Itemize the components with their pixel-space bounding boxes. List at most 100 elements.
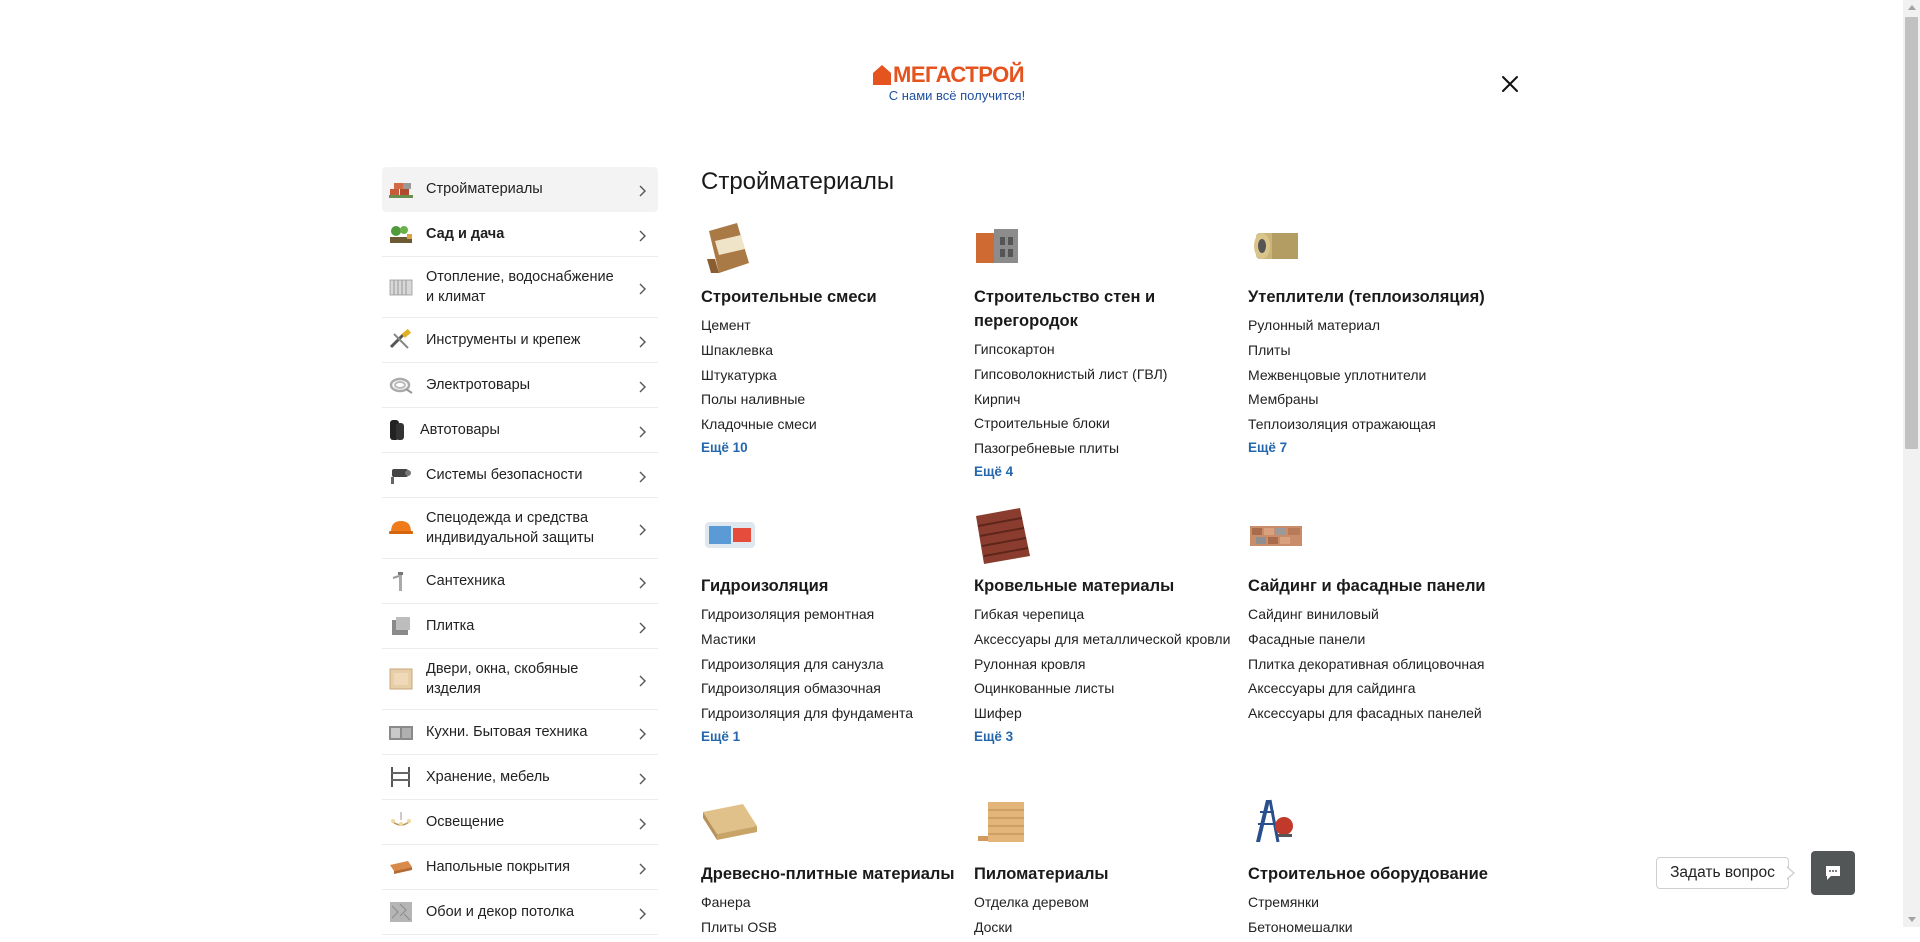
- sidebar-item-avtotovary[interactable]: Автотовары: [382, 408, 658, 453]
- category-link[interactable]: Аксессуары для металлической кровли: [974, 629, 1236, 649]
- chat-button[interactable]: [1811, 851, 1855, 895]
- chevron-right-icon: [638, 522, 646, 536]
- category-title[interactable]: Гидроизоляция: [701, 574, 963, 598]
- show-more-link[interactable]: Ещё 7: [1248, 439, 1510, 457]
- sidebar-item-sad-i-dacha[interactable]: Сад и дача: [382, 212, 658, 257]
- category-link[interactable]: Гидроизоляция обмазочная: [701, 678, 963, 698]
- category-title[interactable]: Пиломатериалы: [974, 862, 1236, 886]
- sidebar-item-hranenie-mebel[interactable]: Хранение, мебель: [382, 755, 658, 800]
- chevron-right-icon: [638, 379, 646, 393]
- category-link[interactable]: Гипсоволокнистый лист (ГВЛ): [974, 364, 1236, 384]
- sidebar-item-santehnika[interactable]: Сантехника: [382, 559, 658, 604]
- chat-icon: [1824, 864, 1842, 887]
- category-link[interactable]: Фанера: [701, 892, 963, 912]
- category-link[interactable]: Гипсокартон: [974, 339, 1236, 359]
- category-title[interactable]: Кровельные материалы: [974, 574, 1236, 598]
- category-link[interactable]: Межвенцовые уплотнители: [1248, 365, 1510, 385]
- ask-question-tooltip[interactable]: Задать вопрос: [1656, 857, 1789, 889]
- category-link[interactable]: Рулонный материал: [1248, 315, 1510, 335]
- show-more-link[interactable]: Ещё 4: [974, 463, 1236, 481]
- close-icon[interactable]: [1498, 72, 1522, 96]
- category-link[interactable]: Кладочные смеси: [701, 414, 963, 434]
- show-more-link[interactable]: Ещё 10: [701, 439, 963, 457]
- sidebar-item-otoplenie[interactable]: Отопление, водоснабжение и климат: [382, 257, 658, 318]
- category-link[interactable]: Гидроизоляция для фундамента: [701, 703, 963, 723]
- category-link[interactable]: Аксессуары для фасадных панелей: [1248, 703, 1510, 723]
- sidebar-item-specodezhda[interactable]: Спецодежда и средства индивидуальной защ…: [382, 498, 658, 559]
- chevron-right-icon: [638, 816, 646, 830]
- category-link[interactable]: Цемент: [701, 315, 963, 335]
- flooring-icon: [388, 855, 414, 879]
- roof-tile-icon[interactable]: [974, 508, 1032, 564]
- category-card: Строительное оборудование Стремянки Бето…: [1248, 796, 1510, 942]
- category-title[interactable]: Утеплители (теплоизоляция): [1248, 285, 1510, 309]
- sidebar-item-plitka[interactable]: Плитка: [382, 604, 658, 649]
- category-link[interactable]: Стремянки: [1248, 892, 1510, 912]
- site-logo[interactable]: МЕГАСТРОЙ С нами всё получится!: [872, 62, 1034, 103]
- category-link[interactable]: Аксессуары для сайдинга: [1248, 678, 1510, 698]
- category-link[interactable]: Мембраны: [1248, 389, 1510, 409]
- scroll-up-arrow-icon[interactable]: [1908, 5, 1916, 10]
- ladder-mixer-icon[interactable]: [1248, 796, 1306, 852]
- category-link[interactable]: Оцинкованные листы: [974, 678, 1236, 698]
- show-more-link[interactable]: Ещё 1: [701, 728, 963, 746]
- sidebar-item-label: Инструменты и крепеж: [426, 332, 581, 348]
- category-link[interactable]: Шифер: [974, 703, 1236, 723]
- category-link[interactable]: Гидроизоляция для санузла: [701, 654, 963, 674]
- sidebar-item-label: Стройматериалы: [426, 181, 543, 197]
- catalog-sidebar: Стройматериалы Сад и дача Отопление, вод…: [382, 167, 658, 935]
- sidebar-item-dveri-okna[interactable]: Двери, окна, скобяные изделия: [382, 649, 658, 710]
- insulation-roll-icon[interactable]: [1248, 219, 1306, 275]
- category-link[interactable]: Пазогребневые плиты: [974, 438, 1236, 458]
- category-link[interactable]: Плиты: [1248, 340, 1510, 360]
- sidebar-item-stroymaterialy[interactable]: Стройматериалы: [382, 167, 658, 212]
- category-link[interactable]: Фасадные панели: [1248, 629, 1510, 649]
- sidebar-item-sistemy-bezopasnosti[interactable]: Системы безопасности: [382, 453, 658, 498]
- sidebar-item-napolnye-pokrytiya[interactable]: Напольные покрытия: [382, 845, 658, 890]
- osb-board-icon[interactable]: [701, 796, 759, 852]
- category-link[interactable]: Отделка деревом: [974, 892, 1236, 912]
- category-title[interactable]: Строительство стен и перегородок: [974, 285, 1236, 333]
- category-link[interactable]: Кирпич: [974, 389, 1236, 409]
- category-link[interactable]: Мастики: [701, 629, 963, 649]
- show-more-link[interactable]: Ещё 3: [974, 728, 1236, 746]
- category-link[interactable]: Рулонная кровля: [974, 654, 1236, 674]
- category-link[interactable]: Сайдинг виниловый: [1248, 604, 1510, 624]
- sidebar-item-instrumenty[interactable]: Инструменты и крепеж: [382, 318, 658, 363]
- sidebar-item-elektrotovary[interactable]: Электротовары: [382, 363, 658, 408]
- category-title[interactable]: Строительное оборудование: [1248, 862, 1510, 886]
- chevron-right-icon: [638, 906, 646, 920]
- lumber-icon[interactable]: [974, 796, 1032, 852]
- scrollbar-thumb[interactable]: [1905, 17, 1918, 449]
- garden-icon: [388, 222, 414, 246]
- radiator-icon: [388, 275, 414, 299]
- sidebar-item-label: Хранение, мебель: [426, 769, 550, 785]
- tools-icon: [388, 328, 414, 352]
- blocks-icon[interactable]: [974, 219, 1032, 275]
- category-link[interactable]: Гидроизоляция ремонтная: [701, 604, 963, 624]
- category-title[interactable]: Строительные смеси: [701, 285, 963, 309]
- page-scrollbar[interactable]: [1903, 0, 1920, 927]
- category-link[interactable]: Полы наливные: [701, 389, 963, 409]
- category-title[interactable]: Сайдинг и фасадные панели: [1248, 574, 1510, 598]
- scroll-down-arrow-icon[interactable]: [1908, 917, 1916, 922]
- sidebar-item-oboi[interactable]: Обои и декор потолка: [382, 890, 658, 935]
- wallpaper-icon: [388, 900, 414, 924]
- category-link[interactable]: Плитка декоративная облицовочная: [1248, 654, 1510, 674]
- tile-icon: [388, 614, 414, 638]
- facade-panel-icon[interactable]: [1248, 508, 1306, 564]
- category-link[interactable]: Теплоизоляция отражающая: [1248, 414, 1510, 434]
- sidebar-item-label: Сантехника: [426, 573, 506, 589]
- sidebar-item-osveschenie[interactable]: Освещение: [382, 800, 658, 845]
- sidebar-item-label: Спецодежда и средства индивидуальной защ…: [426, 510, 595, 546]
- category-link[interactable]: Штукатурка: [701, 365, 963, 385]
- category-card: Пиломатериалы Отделка деревом Доски: [974, 796, 1236, 942]
- category-link[interactable]: Гибкая черепица: [974, 604, 1236, 624]
- waterproofing-bucket-icon[interactable]: [701, 508, 759, 564]
- cement-bag-icon[interactable]: [701, 219, 759, 275]
- chevron-right-icon: [638, 726, 646, 740]
- category-link[interactable]: Шпаклевка: [701, 340, 963, 360]
- sidebar-item-kuhni[interactable]: Кухни. Бытовая техника: [382, 710, 658, 755]
- category-link[interactable]: Строительные блоки: [974, 413, 1236, 433]
- category-title[interactable]: Древесно-плитные материалы: [701, 862, 963, 886]
